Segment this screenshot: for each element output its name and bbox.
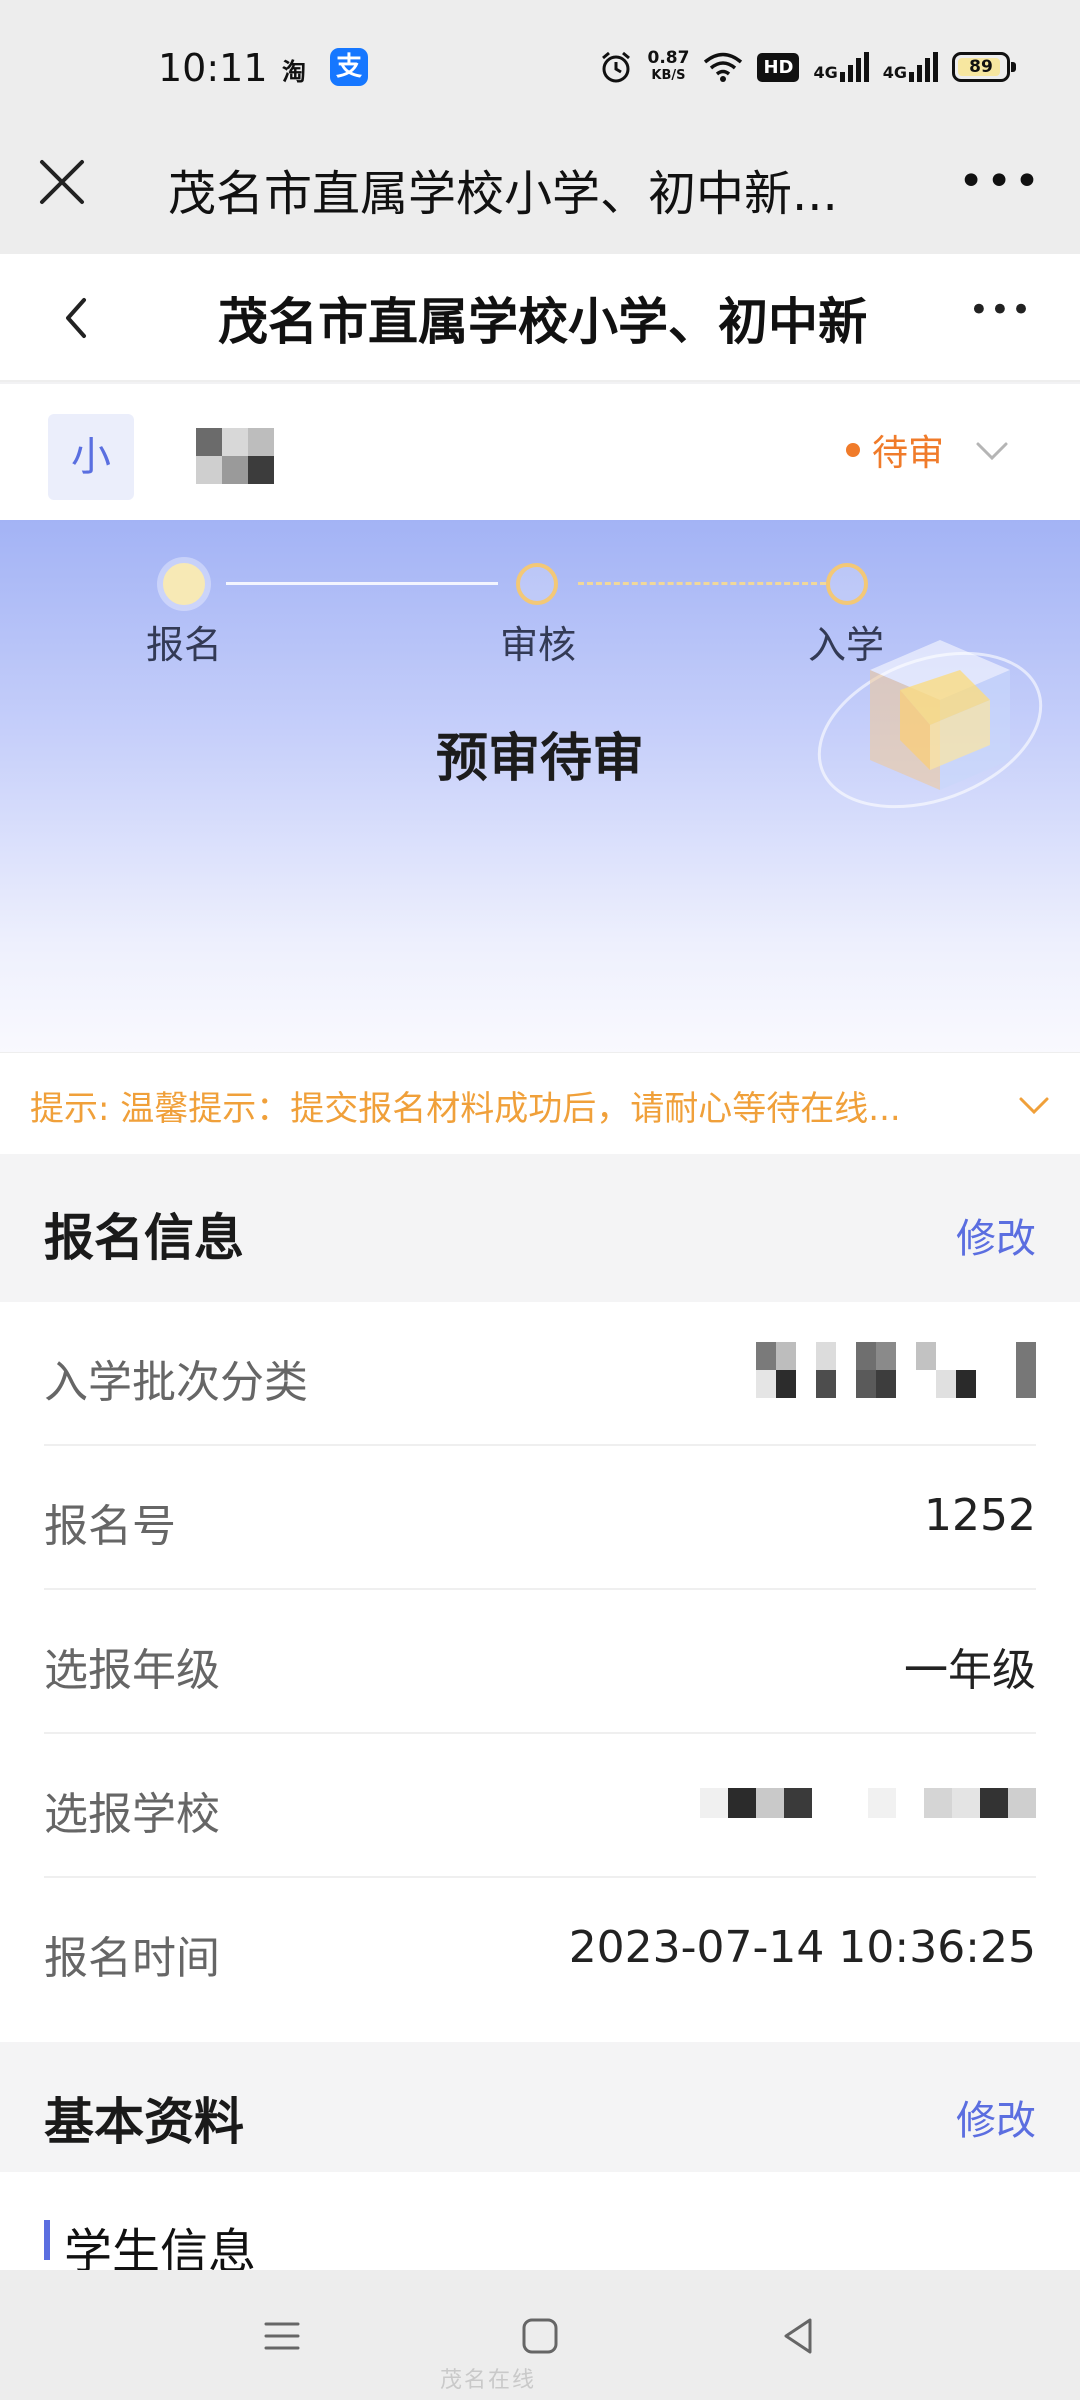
info-row-batch: 入学批次分类 — [44, 1302, 1036, 1446]
step-connector-2 — [578, 582, 826, 585]
info-row-reg-time: 报名时间 2023-07-14 10:36:25 — [44, 1878, 1036, 2022]
battery-icon: 89 — [952, 52, 1016, 82]
alipay-notification-icon: 支 — [330, 48, 368, 86]
signal-sim1-icon: 4G — [813, 52, 869, 82]
step-3-indicator — [826, 563, 868, 605]
step-1-indicator — [163, 563, 205, 605]
back-arrow-icon[interactable] — [58, 292, 94, 344]
registration-heading: 报名信息 — [44, 1209, 244, 1267]
signal-sim2-icon: 4G — [883, 52, 938, 82]
cube-illustration — [817, 640, 1043, 809]
reg-number-value: 1252 — [924, 1490, 1036, 1541]
batch-label: 入学批次分类 — [44, 1357, 308, 1408]
battery-level: 89 — [969, 57, 993, 77]
signal-sim2-label: 4G — [882, 63, 907, 82]
wifi-icon — [704, 52, 743, 82]
page-header: 茂名市直属学校小学、初中新 ••• — [0, 254, 1080, 382]
progress-banner: 报名 审核 入学 预审待审 — [0, 520, 1080, 1052]
status-time: 10:11 — [158, 46, 268, 90]
student-info-subsection: 学生信息 — [0, 2172, 1080, 2280]
network-speed-unit: KB/S — [651, 68, 686, 83]
status-label: 待审 — [871, 433, 944, 474]
grade-value: 一年级 — [904, 1645, 1036, 1696]
watermark-text: 茂名在线 — [440, 2368, 537, 2393]
info-row-reg-number: 报名号 1252 — [44, 1446, 1036, 1590]
status-dot — [845, 443, 860, 457]
network-speed: 0.87 KB/S — [648, 50, 690, 84]
batch-value-redacted — [756, 1342, 1036, 1398]
subsection-accent-bar — [44, 2220, 50, 2260]
grade-label: 选报年级 — [44, 1645, 220, 1696]
signal-sim1-label: 4G — [813, 63, 838, 82]
close-icon[interactable] — [36, 156, 88, 208]
edit-basic-info-button[interactable]: 修改 — [956, 2088, 1036, 2146]
registration-info-list: 入学批次分类 报名号 1252 选报年级 一年级 选报学校 报名时间 2023-… — [0, 1302, 1080, 2042]
registration-section-header: 报名信息 修改 — [0, 1154, 1080, 1302]
step-2-label: 审核 — [500, 623, 577, 667]
alarm-icon — [601, 51, 630, 83]
system-nav-bar: 茂名在线 — [0, 2270, 1080, 2400]
reg-time-label: 报名时间 — [44, 1933, 220, 1984]
review-status[interactable]: 待审 — [845, 424, 1012, 476]
step-2-indicator — [516, 563, 558, 605]
mini-program-top-bar: 茂名市直属学校小学、初中新... ••• — [0, 132, 1080, 254]
status-bar: 10:11 淘 支 0.87 KB/S HD 4G 4G 89 — [0, 0, 1080, 132]
student-selector[interactable]: 小 待审 — [0, 384, 1080, 520]
page-more-icon[interactable]: ••• — [969, 293, 1032, 327]
edit-registration-button[interactable]: 修改 — [956, 1206, 1036, 1264]
step-connector-1 — [226, 582, 498, 585]
top-bar-title: 茂名市直属学校小学、初中新... — [168, 166, 838, 222]
status-indicators: 0.87 KB/S HD 4G 4G 89 — [598, 44, 1016, 90]
info-row-school: 选报学校 — [44, 1734, 1036, 1878]
taobao-notification-icon: 淘 — [282, 58, 306, 86]
student-name-redacted — [196, 428, 300, 484]
back-icon[interactable] — [776, 2314, 820, 2358]
more-options-icon[interactable]: ••• — [958, 160, 1042, 204]
tip-text: 提示: 温馨提示：提交报名材料成功后，请耐心等待在线... — [30, 1089, 901, 1129]
basic-info-heading: 基本资料 — [44, 2093, 244, 2151]
info-row-grade: 选报年级 一年级 — [44, 1590, 1036, 1734]
basic-info-section-header: 基本资料 修改 — [0, 2042, 1080, 2172]
tip-bar[interactable]: 提示: 温馨提示：提交报名材料成功后，请耐心等待在线... — [0, 1052, 1080, 1154]
school-label: 选报学校 — [44, 1789, 220, 1840]
network-speed-value: 0.87 — [647, 48, 690, 68]
reg-time-value: 2023-07-14 10:36:25 — [568, 1922, 1036, 1973]
student-avatar: 小 — [48, 414, 134, 500]
school-value-redacted — [700, 1788, 1036, 1818]
page-title: 茂名市直属学校小学、初中新 — [218, 293, 866, 351]
reg-number-label: 报名号 — [44, 1501, 176, 1552]
step-1-label: 报名 — [146, 623, 223, 667]
expand-tip-icon[interactable] — [1016, 1087, 1052, 1123]
hd-voice-icon: HD — [757, 52, 800, 82]
menu-icon[interactable] — [260, 2314, 304, 2358]
chevron-down-icon — [976, 442, 1008, 461]
home-icon[interactable] — [518, 2314, 562, 2358]
